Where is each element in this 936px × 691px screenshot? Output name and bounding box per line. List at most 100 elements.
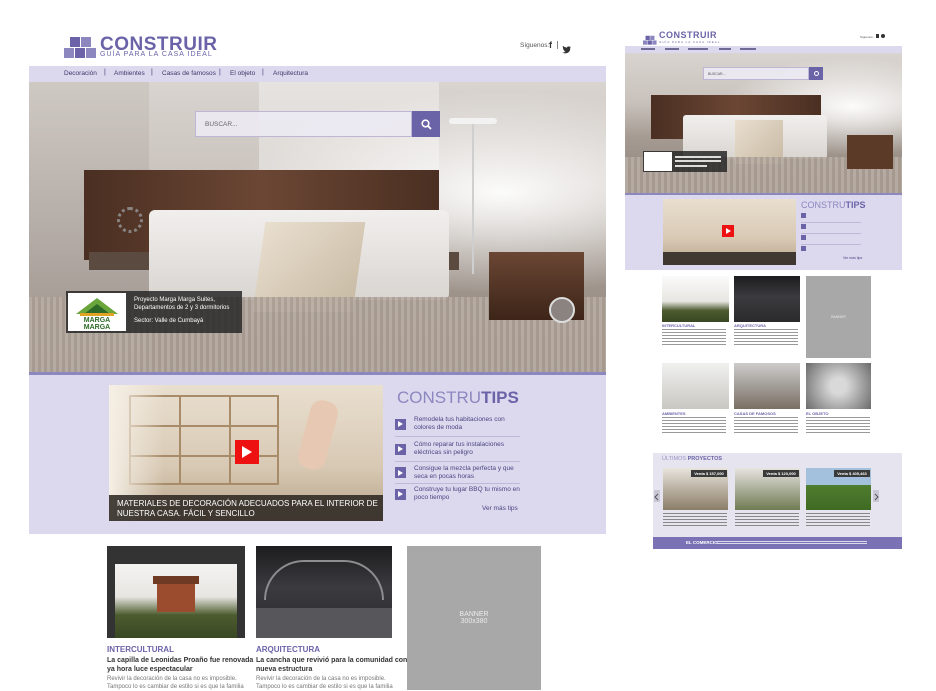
tip-text-line: Remodela tus habitaciones con xyxy=(414,416,505,423)
marga-marga-logo: MARGA MARGA xyxy=(68,293,126,331)
more-tips-link[interactable]: Ver más tips xyxy=(843,256,862,260)
tip-text-line: Cómo reparar tus instalaciones xyxy=(414,441,504,448)
card-image[interactable] xyxy=(662,363,729,409)
logo-mark-icon[interactable] xyxy=(64,36,97,58)
tip-arrow-icon xyxy=(395,443,406,455)
card-headline-line: La cancha que revivió para la comunidad … xyxy=(256,657,408,664)
search-button[interactable] xyxy=(809,67,823,80)
card-category[interactable]: CASAS DE FAMOSOS xyxy=(734,411,776,416)
tips-title-light: CONSTRU xyxy=(397,388,482,407)
banner-label: BANNER xyxy=(459,611,489,618)
tips-title-light: CONSTRU xyxy=(801,200,846,210)
ad-banner[interactable]: BANNER xyxy=(806,276,871,358)
card-image[interactable] xyxy=(734,276,800,322)
house-logo-icon xyxy=(76,298,118,316)
caption-line xyxy=(675,156,721,158)
twitter-icon[interactable] xyxy=(881,34,885,38)
marga-marga-logo-text: MARGA MARGA xyxy=(83,317,111,331)
main-nav[interactable] xyxy=(625,46,902,53)
brand-subtitle: GUÍA PARA LA CASA IDEAL xyxy=(100,51,213,58)
tip-item[interactable]: Construye tu lugar BBQ tu mismo en poco t… xyxy=(395,484,520,504)
more-tips-link[interactable]: Ver más tips xyxy=(482,505,518,512)
tip-item[interactable] xyxy=(801,246,861,255)
card-text-lines xyxy=(734,417,798,435)
nav-separator: | xyxy=(151,69,153,76)
projects-title-light: ÚLTIMOS xyxy=(662,456,687,462)
video-hand xyxy=(295,397,341,473)
video-shelf-divider xyxy=(229,395,231,485)
nav-item[interactable] xyxy=(688,48,708,50)
search-input[interactable]: BUSCAR... xyxy=(195,111,412,137)
tip-arrow-icon xyxy=(801,235,806,240)
card-category[interactable]: EL OBJETO xyxy=(806,411,829,416)
nav-item-el-objeto[interactable]: El objeto xyxy=(230,70,255,77)
caption-line xyxy=(675,160,721,162)
logo-mark-icon[interactable] xyxy=(643,32,657,45)
play-button[interactable] xyxy=(722,225,734,237)
chevron-left-icon xyxy=(654,493,659,501)
tip-item[interactable] xyxy=(801,213,861,223)
facebook-icon[interactable] xyxy=(876,34,879,38)
tip-text: Cómo reparar tus instalaciones eléctricas… xyxy=(414,441,504,457)
footer-brand[interactable]: EL COMERCIO xyxy=(686,540,718,545)
caption-line xyxy=(675,165,707,167)
search-icon xyxy=(813,71,819,76)
nav-item-casas-de-famosos[interactable]: Casas de famosos xyxy=(162,70,216,77)
ad-banner[interactable]: BANNER 300x380 xyxy=(407,546,541,690)
card-image[interactable] xyxy=(806,363,871,409)
card-category[interactable]: ARQUITECTURA xyxy=(734,323,766,328)
card-image-intercultural[interactable] xyxy=(107,546,245,638)
search-button[interactable] xyxy=(412,111,440,137)
tip-text-line: colores de moda xyxy=(414,424,463,431)
tip-text-line: seca en pocas horas xyxy=(414,472,474,480)
card-text-lines xyxy=(662,329,726,345)
card-category[interactable]: ARQUITECTURA xyxy=(256,645,320,654)
chevron-right-icon xyxy=(874,493,879,501)
nav-item-ambientes[interactable]: Ambientes xyxy=(114,70,145,77)
banner-size: 300x380 xyxy=(460,618,488,625)
carousel-next-button[interactable] xyxy=(873,490,879,502)
card-headline[interactable]: La cancha que revivió para la comunidad … xyxy=(256,656,407,674)
play-icon xyxy=(725,228,731,234)
project-text-lines xyxy=(806,513,870,527)
card-category[interactable]: INTERCULTURAL xyxy=(107,645,174,654)
tip-arrow-icon xyxy=(801,213,806,218)
hero-sculpture xyxy=(117,207,143,233)
hero-side-table xyxy=(847,135,893,169)
card-headline[interactable]: La capilla de Leonidas Proaño fue renova… xyxy=(107,656,257,674)
nav-item[interactable] xyxy=(641,48,655,50)
search-input[interactable]: BUSCAR... xyxy=(703,67,809,80)
tip-arrow-icon xyxy=(395,488,406,500)
nav-item-arquitectura[interactable]: Arquitectura xyxy=(273,70,308,77)
tip-item[interactable]: Remodela tus habitaciones con colores de … xyxy=(395,412,520,437)
project-text-lines xyxy=(663,513,727,527)
play-icon xyxy=(242,446,252,458)
brand-subtitle: GUÍA PARA LA CASA IDEAL xyxy=(659,40,721,44)
brand-title[interactable]: CONSTRUIR xyxy=(659,31,717,40)
project-price: Venta $ 120,000 xyxy=(763,470,799,477)
card-image[interactable] xyxy=(662,276,729,322)
carousel-prev-button[interactable] xyxy=(654,490,660,502)
search-placeholder: BUSCAR... xyxy=(708,72,726,76)
tip-item[interactable] xyxy=(801,224,861,234)
hero-caption[interactable] xyxy=(643,151,727,172)
tip-text-line: Consigue la mezcla perfecta y que xyxy=(414,464,514,472)
tip-item[interactable]: Cómo reparar tus instalaciones eléctricas… xyxy=(395,437,520,462)
tip-text: Consigue la mezcla perfecta y que seca en… xyxy=(414,465,514,481)
card-category[interactable]: INTERCULTURAL xyxy=(662,323,695,328)
tip-item[interactable]: Consigue la mezcla perfecta y que seca en… xyxy=(395,462,520,484)
play-button[interactable] xyxy=(235,440,259,464)
card-headline-line: La capilla de Leonidas Proaño fue renova… xyxy=(107,657,254,664)
card-category[interactable]: AMBIENTES xyxy=(662,411,686,416)
nav-item[interactable] xyxy=(740,48,756,50)
nav-item-decoracion[interactable]: Decoración xyxy=(64,70,97,77)
facebook-icon[interactable]: f xyxy=(549,40,552,50)
twitter-icon[interactable] xyxy=(562,41,571,59)
card-image-arquitectura[interactable] xyxy=(256,546,392,638)
card-image[interactable] xyxy=(734,363,800,409)
nav-item[interactable] xyxy=(719,48,731,50)
card-headline-line: ya hora luce espectacular xyxy=(107,666,193,673)
nav-item[interactable] xyxy=(665,48,679,50)
tip-arrow-icon xyxy=(801,246,806,251)
tip-item[interactable] xyxy=(801,235,861,245)
